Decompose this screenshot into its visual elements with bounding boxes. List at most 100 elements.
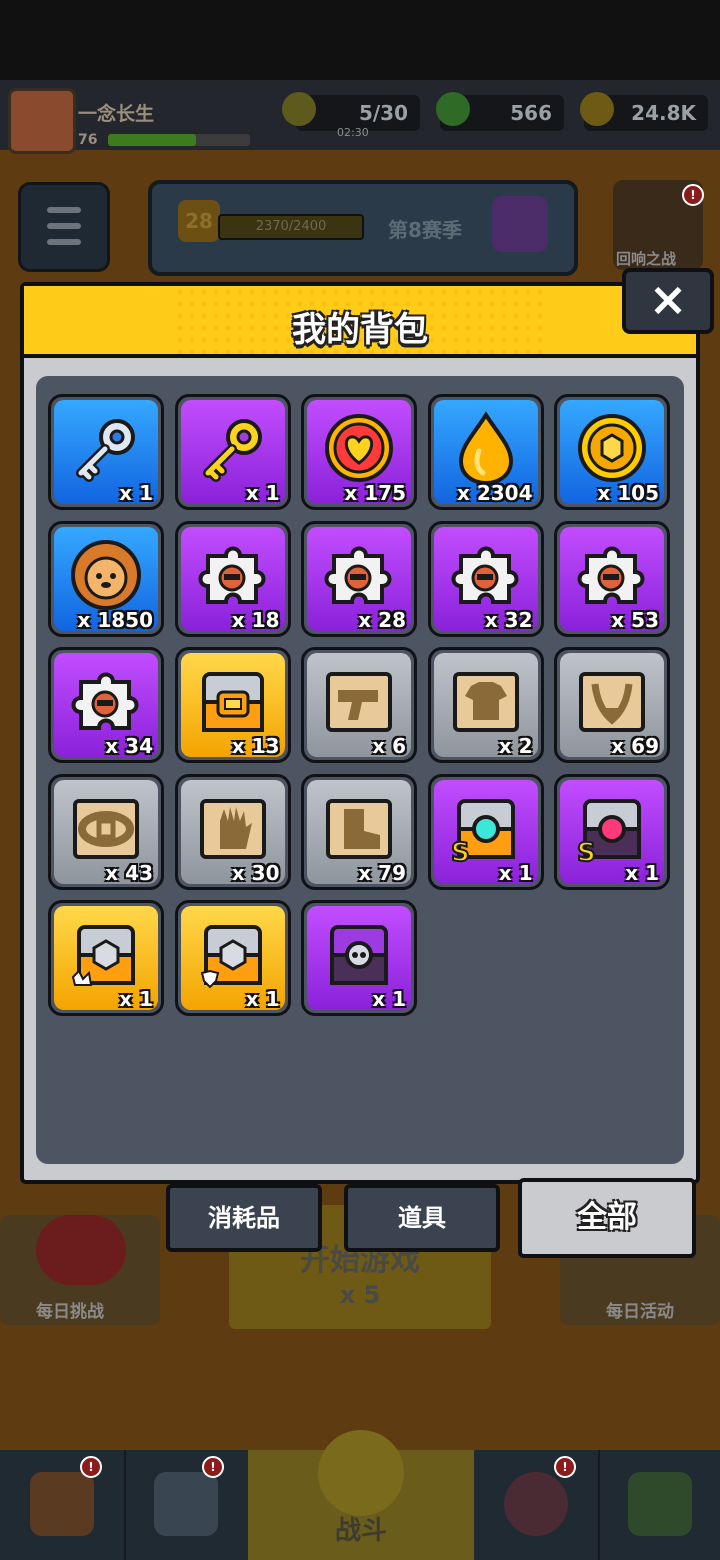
item-quantity: x 2304 [456,481,533,505]
flame-drop-icon [449,411,523,486]
player-avatar[interactable] [8,88,76,154]
inventory-slot[interactable]: x 53 [554,520,670,637]
item-quantity: x 79 [358,860,406,885]
item-quantity: x 53 [611,607,659,632]
inventory-grid: x 1 x 1 x 175 x 2304 x 105 x 1850 x 18 x 28 x 32… [36,376,684,1164]
item-quantity: x 1 [119,481,153,505]
gun-blueprint-icon [322,664,396,738]
season-level: 28 [178,200,220,242]
inventory-slot[interactable]: x 69 [554,647,670,763]
puzzle-piece-icon [322,538,396,612]
item-quantity: x 6 [372,734,406,758]
inventory-slot[interactable]: x 6 [301,647,417,763]
inventory-tabs: 消耗品 道具 全部 [166,1178,706,1260]
season-progress: 2370/2400 [218,214,364,240]
daily-challenge-button[interactable]: 每日挑战 [0,1215,160,1325]
menu-icon [47,207,81,213]
item-quantity: x 1 [119,987,153,1011]
inventory-slot[interactable]: Sx 1 [554,773,670,890]
player-xp-bar [108,134,250,146]
notification-badge: ! [554,1456,576,1478]
gold-chest-claw-icon [69,917,143,991]
item-quantity: x 69 [611,734,659,758]
inventory-slot[interactable]: x 28 [301,520,417,637]
inventory-slot[interactable]: x 79 [301,773,417,890]
bottom-nav: ! ! 战斗 ! [0,1430,720,1560]
item-quantity: x 2 [498,734,533,758]
inventory-slot[interactable]: x 2304 [427,394,544,510]
inventory-slot[interactable]: x 1 [301,900,417,1016]
item-quantity: x 1 [625,860,659,885]
nav-shop[interactable] [0,1450,126,1560]
item-quantity: x 1 [245,987,280,1011]
notification-badge: ! [80,1456,102,1478]
inventory-slot[interactable]: x 30 [174,773,291,890]
inventory-slot[interactable]: x 43 [48,773,164,890]
coin-icon [580,92,614,126]
boot-blueprint-icon [322,791,396,865]
item-quantity: x 105 [597,481,659,505]
start-game-cost: x 5 [339,1281,381,1309]
treasure-chest-icon [196,664,270,738]
item-quantity: x 18 [231,607,280,632]
inventory-slot[interactable]: x 13 [174,647,291,763]
puzzle-piece-icon [69,664,143,738]
daily-challenge-label: 每日挑战 [36,1302,104,1322]
season-rank-icon [492,196,548,252]
item-quantity: x 1 [498,860,533,885]
notification-badge: ! [682,184,704,206]
puzzle-piece-icon [449,538,523,612]
inventory-slot[interactable]: x 34 [48,647,164,763]
inventory-slot[interactable]: x 175 [301,394,417,510]
tab-props[interactable]: 道具 [344,1184,500,1252]
puzzle-piece-icon [196,538,270,612]
gem-value: 566 [510,101,552,125]
item-quantity: x 34 [105,734,153,758]
daily-activity-label: 每日活动 [606,1302,674,1322]
season-panel[interactable]: 28 2370/2400 第8赛季 [148,180,578,276]
inventory-slot[interactable]: x 1 [174,394,291,510]
close-icon: × [648,272,688,326]
menu-icon-line [47,239,81,245]
inventory-slot[interactable]: x 105 [554,394,670,510]
player-level: 76 [78,132,98,148]
nav-pets[interactable] [474,1450,600,1560]
svg-text:S: S [577,838,596,865]
inventory-slot[interactable]: x 32 [427,520,544,637]
inventory-slot[interactable]: x 1850 [48,520,164,637]
s-chest-cyan-icon: S [449,791,523,869]
inventory-slot[interactable]: x 1 [48,900,164,1016]
nav-battle[interactable]: 战斗 [248,1430,474,1560]
necklace-blueprint-icon [575,664,649,738]
belt-blueprint-icon [69,791,143,865]
dna-icon [628,1472,692,1536]
energy-timer: 02:30 [337,126,369,139]
planet-icon [504,1472,568,1536]
menu-button[interactable] [18,182,110,272]
menu-icon-line [47,223,81,229]
inventory-slot[interactable]: x 2 [427,647,544,763]
close-button[interactable]: × [622,268,714,334]
inventory-slot[interactable]: Sx 1 [427,773,544,890]
player-name: 一念长生 [78,103,155,125]
item-quantity: x 13 [231,734,280,758]
tab-consumables[interactable]: 消耗品 [166,1184,322,1252]
coin-value: 24.8K [631,101,696,125]
inventory-slot[interactable]: x 18 [174,520,291,637]
lightning-icon [282,92,316,126]
nav-dna[interactable] [598,1450,720,1560]
inventory-slot[interactable]: x 1 [48,394,164,510]
star-swords-icon [318,1430,404,1516]
svg-text:S: S [451,838,470,865]
nav-equipment[interactable] [124,1450,250,1560]
status-bar [0,0,720,80]
tab-all[interactable]: 全部 [518,1178,696,1258]
heart-coin-icon [322,411,396,485]
gold-key-icon [196,411,270,485]
inventory-slot[interactable]: x 1 [174,900,291,1016]
silver-key-icon [69,411,143,485]
echo-battle-label: 回响之战 [616,250,677,268]
shop-icon [30,1472,94,1536]
item-quantity: x 1850 [77,607,153,632]
gold-chest-shield-icon [196,917,270,991]
